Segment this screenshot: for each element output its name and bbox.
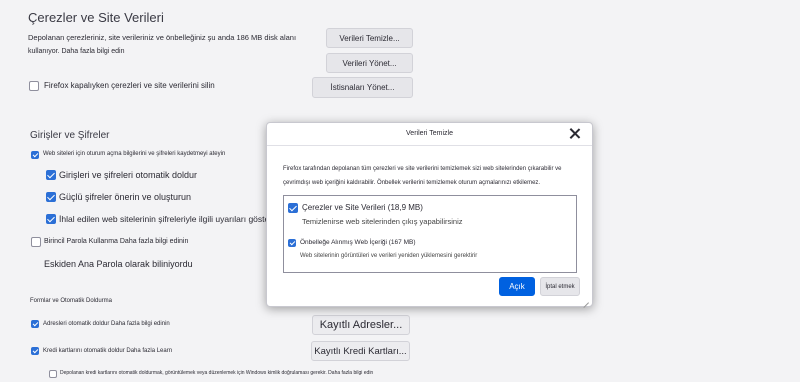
manage-exceptions-button[interactable]: İstisnaları Yönet... [312, 77, 413, 98]
cancel-button[interactable]: İptal etmek [540, 277, 580, 296]
confirm-button[interactable]: Açık [499, 277, 535, 296]
clear-data-dialog: Verileri Temizle Firefox tarafından depo… [266, 122, 593, 307]
clear-data-button[interactable]: Verileri Temizle... [326, 28, 413, 48]
saved-addresses-button[interactable]: Kayıtlı Adresler... [312, 315, 410, 335]
dialog-divider [267, 145, 592, 146]
autofill-addresses-label: Adresleri otomatik doldur Daha fazla bil… [43, 321, 170, 327]
cached-content-label: Önbelleğe Alınmış Web İçeriği (167 MB) [300, 239, 416, 246]
cached-content-hint: Web sitelerinin görüntüleri ve verileri … [300, 253, 478, 259]
resize-grip-icon[interactable] [582, 296, 589, 303]
delete-on-close-checkbox[interactable] [29, 81, 39, 91]
delete-on-close-label: Firefox kapalıyken çerezleri ve site ver… [44, 81, 215, 90]
primary-password-checkbox[interactable] [31, 237, 41, 247]
autofill-logins-label: Girişleri ve şifreleri otomatik doldur [59, 170, 198, 180]
cookies-heading: Çerezler ve Site Verileri [28, 10, 164, 25]
close-icon[interactable] [568, 127, 582, 141]
logins-heading: Girişler ve Şifreler [30, 130, 110, 141]
cookies-site-data-hint: Temizlenirse web sitelerinden çıkış yapa… [302, 217, 463, 226]
breach-alerts-checkbox[interactable] [46, 214, 56, 224]
suggest-passwords-label: Güçlü şifreler önerin ve oluşturun [59, 192, 192, 202]
dialog-info-line1: Firefox tarafından depolanan tüm çerezle… [283, 166, 562, 172]
former-name-note: Eskiden Ana Parola olarak biliniyordu [44, 259, 193, 269]
data-options-list: Çerezler ve Site Verileri (18,9 MB) Temi… [283, 195, 577, 273]
windows-auth-label: Depolanan kredi kartlarını otomatik dold… [60, 370, 374, 376]
cookies-description-line2: kullanıyor. Daha fazla bilgi edin [28, 48, 125, 55]
autofill-addresses-checkbox[interactable] [31, 320, 39, 328]
forms-heading: Formlar ve Otomatik Doldurma [30, 298, 113, 304]
cached-content-checkbox[interactable] [288, 239, 296, 247]
autofill-cards-label: Kredi kartlarını otomatik doldur Daha fa… [43, 348, 173, 354]
dialog-title: Verileri Temizle [406, 130, 453, 137]
cookies-site-data-label: Çerezler ve Site Verileri (18,9 MB) [302, 203, 423, 212]
manage-data-button[interactable]: Verileri Yönet... [326, 53, 413, 73]
dialog-info-line2: çevrimdışı web içeriğini kaldırabilir. Ö… [283, 180, 541, 186]
ask-save-label: Web siteleri için oturum açma bilgilerin… [43, 151, 226, 157]
windows-auth-checkbox[interactable] [49, 370, 57, 378]
autofill-cards-checkbox[interactable] [31, 347, 39, 355]
cookies-description: Depolanan çerezleriniz, site verileriniz… [28, 33, 297, 42]
primary-password-label: Birincil Parola Kullanma Daha fazla bilg… [44, 238, 189, 245]
suggest-passwords-checkbox[interactable] [46, 192, 56, 202]
autofill-logins-checkbox[interactable] [46, 170, 56, 180]
cookies-site-data-checkbox[interactable] [288, 203, 298, 213]
saved-cards-button[interactable]: Kayıtlı Kredi Kartları... [311, 341, 410, 361]
ask-save-checkbox[interactable] [31, 151, 39, 159]
breach-alerts-label: İhlal edilen web sitelerinin şifreleriyl… [59, 214, 273, 224]
